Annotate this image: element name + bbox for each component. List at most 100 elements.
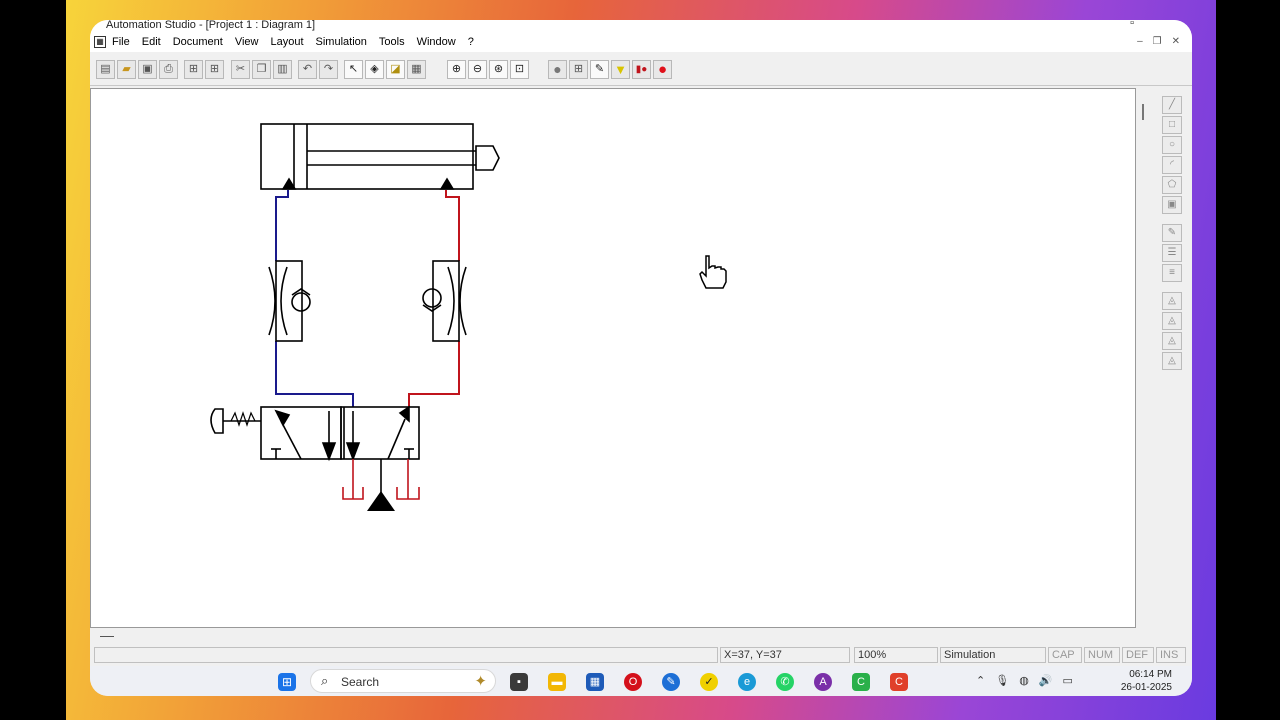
printer-icon[interactable]: ⎙: [159, 60, 178, 79]
status-ins: INS: [1156, 647, 1186, 663]
properties-icon[interactable]: ▦: [407, 60, 426, 79]
menu-help[interactable]: ?: [468, 36, 474, 48]
status-zoom: 100%: [854, 647, 938, 663]
exhaust-line-left: [275, 190, 289, 261]
automation-studio-icon[interactable]: A: [814, 673, 832, 691]
ellipse-tool-icon[interactable]: ○: [1162, 136, 1182, 154]
document-window-controls: – ❐ ✕: [1137, 36, 1180, 47]
globe-icon[interactable]: ◍: [1019, 674, 1029, 687]
floppy-icon[interactable]: ▣: [138, 60, 157, 79]
flow-control-valve-right[interactable]: [422, 260, 467, 342]
flow-control-valve-left[interactable]: [268, 260, 311, 342]
align-center-icon[interactable]: ◬: [1162, 312, 1182, 330]
scissors-icon[interactable]: ✂: [231, 60, 250, 79]
status-def: DEF: [1122, 647, 1154, 663]
edge-icon[interactable]: e: [738, 673, 756, 691]
pencil-tool-icon[interactable]: ✎: [1162, 224, 1182, 242]
menu-edit[interactable]: Edit: [142, 36, 161, 48]
zoom-window-icon[interactable]: ⊡: [510, 60, 529, 79]
text-tool-icon[interactable]: ≡: [1162, 264, 1182, 282]
library-icon[interactable]: ◪: [386, 60, 405, 79]
app-menu-icon[interactable]: ▦: [94, 36, 106, 48]
directional-valve[interactable]: [260, 405, 420, 462]
left-letterbox: [0, 0, 66, 720]
diagram-canvas[interactable]: [90, 88, 1136, 628]
recorder-icon[interactable]: C: [890, 673, 908, 691]
status-message: [94, 647, 718, 663]
undo-icon[interactable]: ↶: [298, 60, 317, 79]
image-tool-icon[interactable]: ▣: [1162, 196, 1182, 214]
layers-icon[interactable]: ◈: [365, 60, 384, 79]
microphone-icon[interactable]: 🎙: [995, 674, 1009, 687]
camtasia-icon[interactable]: C: [852, 673, 870, 691]
copy-icon[interactable]: ❐: [252, 60, 271, 79]
taskbar: ⊞ ⌕ Search ✦ ▪ ▬ ▦ O ✎ ✓ e ✆ A C C ⌃ 🎙 ◍…: [90, 666, 1192, 696]
menu-document[interactable]: Document: [173, 36, 223, 48]
pause-icon[interactable]: ▮●: [632, 60, 651, 79]
paste-icon[interactable]: ▥: [273, 60, 292, 79]
search-highlight-icon: ✦: [474, 673, 487, 690]
menu-file[interactable]: File: [112, 36, 130, 48]
taskbar-search[interactable]: ⌕ Search ✦: [310, 669, 496, 693]
redo-icon[interactable]: ↷: [319, 60, 338, 79]
circle-gray-icon[interactable]: ●: [548, 60, 567, 79]
pointer-icon[interactable]: ↖: [344, 60, 363, 79]
minimize-icon[interactable]: –: [1137, 36, 1143, 47]
align-right-icon[interactable]: ◬: [1162, 332, 1182, 350]
slow-icon[interactable]: ✎: [590, 60, 609, 79]
menu-tools[interactable]: Tools: [379, 36, 405, 48]
align-left-icon[interactable]: ◬: [1162, 292, 1182, 310]
zoom-fit-icon[interactable]: ⊛: [489, 60, 508, 79]
align-bottom-icon[interactable]: ◬: [1162, 352, 1182, 370]
polygon-tool-icon[interactable]: ⬠: [1162, 176, 1182, 194]
menu-window[interactable]: Window: [417, 36, 456, 48]
yellow-triangle-icon[interactable]: ▼: [611, 60, 630, 79]
rectangle-tool-icon[interactable]: □: [1162, 116, 1182, 134]
double-acting-cylinder[interactable]: [260, 123, 500, 190]
status-cap: CAP: [1048, 647, 1082, 663]
folder-open-icon[interactable]: ▰: [117, 60, 136, 79]
zoom-out-icon[interactable]: ⊖: [468, 60, 487, 79]
divider: [100, 636, 114, 637]
file-explorer-icon[interactable]: ▬: [548, 673, 566, 691]
pneumatic-diagram: [210, 123, 727, 511]
volume-icon[interactable]: 🔊: [1039, 674, 1053, 687]
line-tool-icon[interactable]: ╱: [1162, 96, 1182, 114]
app-window: Automation Studio - [Project 1 : Diagram…: [90, 20, 1192, 696]
pressure-line-right-lower: [408, 341, 460, 407]
chevron-up-icon[interactable]: ⌃: [976, 674, 985, 687]
close-icon[interactable]: ✕: [1172, 36, 1180, 47]
vertical-scrollbar[interactable]: [1138, 90, 1148, 630]
exhaust-line-left-lower: [275, 341, 354, 407]
battery-icon[interactable]: ▭: [1063, 674, 1073, 687]
arc-tool-icon[interactable]: ◜: [1162, 156, 1182, 174]
pressure-line-right: [445, 190, 460, 261]
whatsapp-icon[interactable]: ✆: [776, 673, 794, 691]
insert-icon[interactable]: ⊞: [184, 60, 203, 79]
menu-simulation[interactable]: Simulation: [316, 36, 367, 48]
zoom-in-icon[interactable]: ⊕: [447, 60, 466, 79]
task-view-icon[interactable]: ▪: [510, 673, 528, 691]
restore-icon[interactable]: ▫: [1130, 20, 1134, 29]
start-icon[interactable]: ⊞: [278, 673, 296, 691]
store-icon[interactable]: ▦: [586, 673, 604, 691]
menu-layout[interactable]: Layout: [271, 36, 304, 48]
red-circle-icon[interactable]: ●: [653, 60, 672, 79]
tools-icon[interactable]: ✎: [662, 673, 680, 691]
clock-date: 26-01-2025: [1120, 682, 1172, 693]
drawing-toolbar: ╱ □ ○ ◜ ⬠ ▣ ✎ ☰ ≡ ◬ ◬ ◬ ◬: [1162, 96, 1184, 386]
status-num: NUM: [1084, 647, 1120, 663]
norton-icon[interactable]: ✓: [700, 673, 718, 691]
scroll-thumb[interactable]: [1142, 104, 1144, 120]
hatch-tool-icon[interactable]: ☰: [1162, 244, 1182, 262]
restore-doc-icon[interactable]: ❐: [1153, 36, 1162, 47]
manual-push-button[interactable]: [210, 408, 261, 434]
insert-icon[interactable]: ⊞: [205, 60, 224, 79]
clock[interactable]: 06:14 PM 26-01-2025: [1121, 668, 1172, 694]
new-project-icon[interactable]: ▤: [96, 60, 115, 79]
opera-icon[interactable]: O: [624, 673, 642, 691]
step-icon[interactable]: ⊞: [569, 60, 588, 79]
clock-time: 06:14 PM: [1129, 669, 1172, 680]
menu-view[interactable]: View: [235, 36, 259, 48]
status-coordinates: X=37, Y=37: [720, 647, 850, 663]
